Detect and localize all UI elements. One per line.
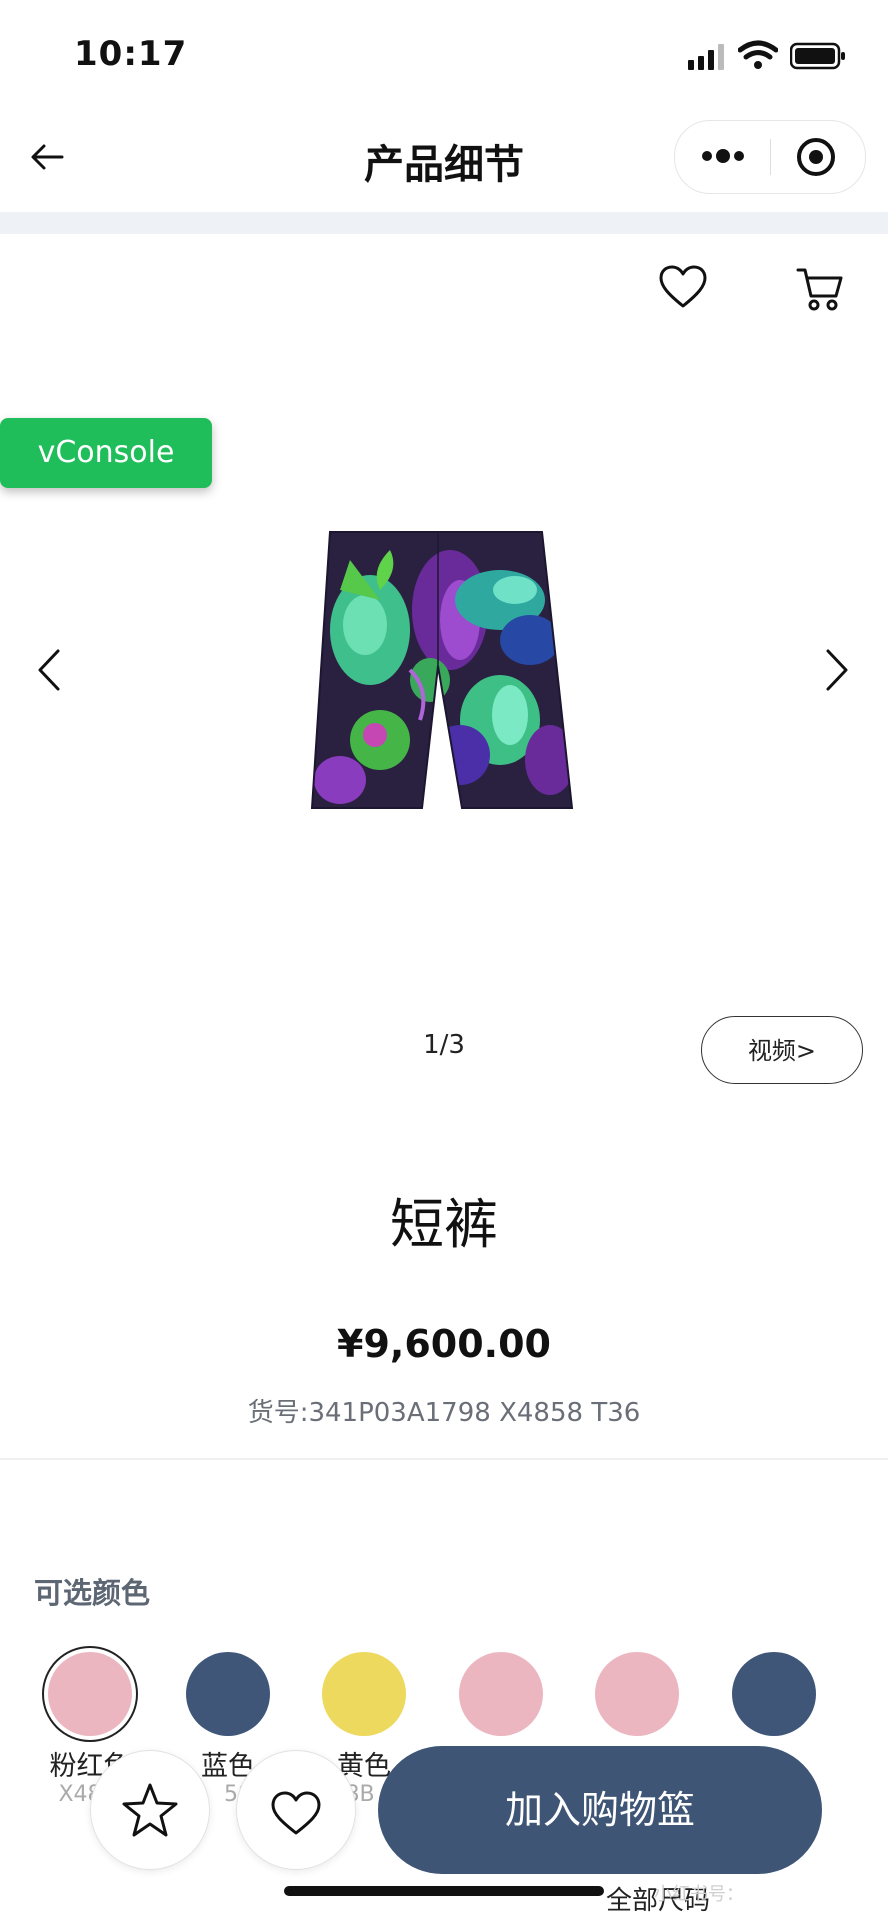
home-indicator[interactable] <box>284 1886 604 1896</box>
wishlist-button[interactable] <box>658 264 708 314</box>
status-time: 10:17 <box>74 34 188 74</box>
heart-icon <box>659 265 707 308</box>
target-icon <box>797 138 835 176</box>
prev-image-button[interactable] <box>36 648 62 696</box>
product-image[interactable] <box>310 530 580 816</box>
color-swatch-pink[interactable] <box>48 1652 132 1736</box>
watermark: 小红书号： <box>654 1884 744 1905</box>
section-divider <box>0 1458 888 1460</box>
favorite-button[interactable] <box>90 1750 210 1870</box>
more-button[interactable] <box>701 145 745 171</box>
color-swatch-blue-2[interactable] <box>732 1652 816 1736</box>
mini-program-capsule <box>674 120 866 194</box>
video-button[interactable]: 视频> <box>701 1016 863 1084</box>
header-divider <box>0 212 888 234</box>
color-swatch-yellow[interactable] <box>322 1652 406 1736</box>
wifi-icon <box>737 40 779 74</box>
next-image-button[interactable] <box>824 648 850 696</box>
colors-title: 可选颜色 <box>34 1576 151 1610</box>
capsule-divider <box>770 139 771 175</box>
color-swatch-blue[interactable] <box>186 1652 270 1736</box>
chevron-right-icon <box>826 649 848 691</box>
vconsole-button[interactable]: vConsole <box>0 418 212 488</box>
battery-icon <box>789 42 846 74</box>
close-miniprogram-button[interactable] <box>795 136 837 182</box>
signal-icon <box>688 44 728 76</box>
cart-button[interactable] <box>796 266 844 316</box>
product-price: ¥9,600.00 <box>337 1322 551 1366</box>
star-icon <box>122 1783 178 1837</box>
color-swatch-pink-3[interactable] <box>595 1652 679 1736</box>
like-button[interactable] <box>236 1750 356 1870</box>
add-to-cart-button[interactable]: 加入购物篮 <box>378 1746 822 1874</box>
cart-icon <box>796 268 843 311</box>
heart-icon <box>271 1791 321 1835</box>
chevron-left-icon <box>38 649 60 691</box>
product-sku: 货号:341P03A1798 X4858 T36 <box>247 1398 641 1428</box>
more-dots-icon <box>702 149 744 163</box>
color-swatch-pink-2[interactable] <box>459 1652 543 1736</box>
product-name: 短裤 <box>390 1193 498 1256</box>
gallery-pager: 1/3 <box>423 1030 465 1060</box>
